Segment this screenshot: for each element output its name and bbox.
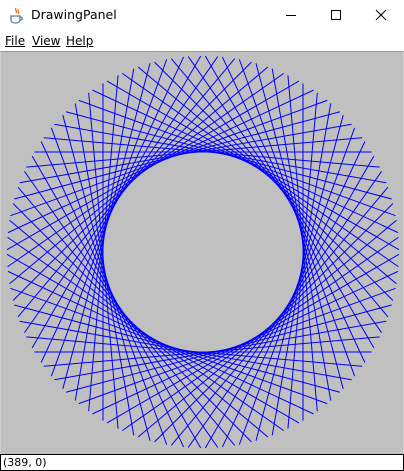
drawing-canvas[interactable] — [0, 51, 404, 454]
maximize-button[interactable] — [313, 0, 358, 31]
window-title: DrawingPanel — [31, 7, 117, 22]
menu-bar: File View Help — [0, 31, 404, 51]
status-bar: (389, 0) — [0, 454, 404, 471]
maximize-icon — [330, 6, 342, 25]
minimize-icon — [285, 6, 297, 25]
title-bar: DrawingPanel — [0, 0, 404, 31]
close-icon — [375, 6, 387, 25]
minimize-button[interactable] — [268, 0, 313, 31]
menu-view[interactable]: View — [32, 34, 60, 48]
spirograph-drawing — [6, 55, 400, 449]
menu-file[interactable]: File — [5, 34, 25, 48]
menu-help[interactable]: Help — [66, 34, 93, 48]
close-button[interactable] — [358, 0, 403, 31]
mouse-coordinates: (389, 0) — [3, 456, 47, 469]
java-app-icon[interactable] — [8, 7, 24, 24]
